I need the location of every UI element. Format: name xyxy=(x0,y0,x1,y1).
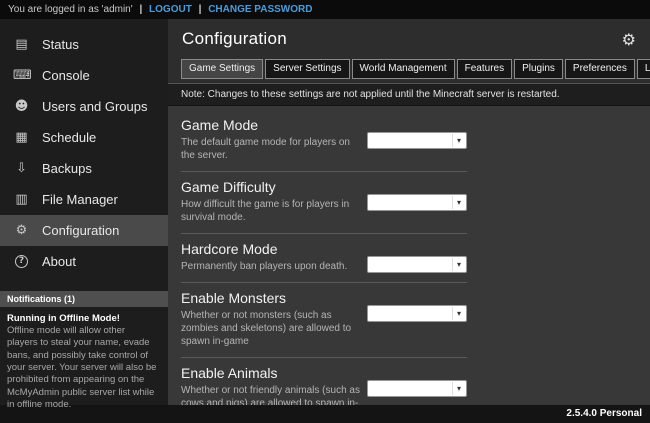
separator: | xyxy=(139,4,142,15)
tab-preferences[interactable]: Preferences xyxy=(565,59,635,79)
sidebar-item-about[interactable]: ? About xyxy=(0,246,168,277)
logout-link[interactable]: LOGOUT xyxy=(149,4,192,15)
tab-world-management[interactable]: World Management xyxy=(352,59,455,79)
setting-row-game-mode: Game Mode The default game mode for playe… xyxy=(181,110,467,172)
setting-text: Game Difficulty How difficult the game is… xyxy=(181,179,361,224)
sidebar-item-label: File Manager xyxy=(42,192,118,207)
logged-in-text: You are logged in as 'admin' xyxy=(8,4,133,15)
setting-title: Game Difficulty xyxy=(181,179,361,195)
sidebar-item-label: Backups xyxy=(42,161,92,176)
gear-icon: ⚙ xyxy=(13,223,30,238)
setting-title: Enable Monsters xyxy=(181,290,361,306)
sidebar-item-backups[interactable]: ⇩ Backups xyxy=(0,153,168,184)
select-value xyxy=(368,386,372,397)
sidebar-nav: ▤ Status ⌨ Console ☻ Users and Groups ▦ Schedul… xyxy=(0,19,168,277)
setting-description: The default game mode for players on the… xyxy=(181,136,361,162)
enable-animals-select[interactable]: ▾ xyxy=(367,380,467,397)
notification-title: Running in Offline Mode! xyxy=(0,307,168,325)
schedule-icon: ▦ xyxy=(13,130,30,145)
top-bar: You are logged in as 'admin' | LOGOUT | … xyxy=(0,0,650,19)
status-icon: ▤ xyxy=(13,37,30,52)
users-icon: ☻ xyxy=(13,99,30,114)
setting-row-enable-monsters: Enable Monsters Whether or not monsters (… xyxy=(181,283,467,358)
select-value xyxy=(368,311,372,322)
dropdown-arrow-icon: ▾ xyxy=(452,307,465,320)
tab-features[interactable]: Features xyxy=(457,59,512,79)
dropdown-arrow-icon: ▾ xyxy=(452,382,465,395)
setting-title: Game Mode xyxy=(181,117,361,133)
setting-text: Game Mode The default game mode for playe… xyxy=(181,117,361,162)
console-icon: ⌨ xyxy=(13,68,30,83)
setting-row-hardcore-mode: Hardcore Mode Permanently ban players upo… xyxy=(181,234,467,283)
backups-icon: ⇩ xyxy=(13,161,30,176)
setting-row-game-difficulty: Game Difficulty How difficult the game is… xyxy=(181,172,467,234)
enable-monsters-select[interactable]: ▾ xyxy=(367,305,467,322)
setting-title: Hardcore Mode xyxy=(181,241,361,257)
select-value xyxy=(368,200,372,211)
setting-text: Enable Monsters Whether or not monsters (… xyxy=(181,290,361,348)
content-panel: Configuration ⚙ Game SettingsServer Sett… xyxy=(168,19,650,405)
notifications-panel: Notifications (1) Running in Offline Mod… xyxy=(0,291,168,411)
change-password-link[interactable]: CHANGE PASSWORD xyxy=(208,4,312,15)
question-icon: ? xyxy=(15,255,28,268)
tab-plugins[interactable]: Plugins xyxy=(514,59,563,79)
page-title: Configuration xyxy=(182,29,287,49)
game-mode-select[interactable]: ▾ xyxy=(367,132,467,149)
restart-note: Note: Changes to these settings are not … xyxy=(168,83,650,106)
tab-game-settings[interactable]: Game Settings xyxy=(181,59,263,79)
dropdown-arrow-icon: ▾ xyxy=(452,258,465,271)
separator: | xyxy=(199,4,202,15)
select-value xyxy=(368,262,372,273)
setting-description: Permanently ban players upon death. xyxy=(181,260,361,273)
sidebar-item-configuration[interactable]: ⚙ Configuration xyxy=(0,215,168,246)
game-difficulty-select[interactable]: ▾ xyxy=(367,194,467,211)
notification-body: Offline mode will allow other players to… xyxy=(0,325,168,411)
sidebar: ▤ Status ⌨ Console ☻ Users and Groups ▦ Schedul… xyxy=(0,19,168,405)
dropdown-arrow-icon: ▾ xyxy=(452,196,465,209)
setting-description: Whether or not friendly animals (such as… xyxy=(181,384,361,405)
settings-gear-icon[interactable]: ⚙ xyxy=(622,30,636,49)
file-manager-icon: ▥ xyxy=(13,192,30,207)
sidebar-item-label: Console xyxy=(42,68,90,83)
select-value xyxy=(368,138,372,149)
setting-text: Hardcore Mode Permanently ban players upo… xyxy=(181,241,361,273)
sidebar-item-label: Users and Groups xyxy=(42,99,148,114)
sidebar-item-schedule[interactable]: ▦ Schedule xyxy=(0,122,168,153)
notifications-header: Notifications (1) xyxy=(0,291,168,307)
version-label: 2.5.4.0 Personal xyxy=(566,408,642,419)
sidebar-item-status[interactable]: ▤ Status xyxy=(0,29,168,60)
sidebar-item-label: Configuration xyxy=(42,223,119,238)
tab-server-settings[interactable]: Server Settings xyxy=(265,59,349,79)
hardcore-mode-select[interactable]: ▾ xyxy=(367,256,467,273)
tab-bar: Game SettingsServer SettingsWorld Manage… xyxy=(168,57,650,79)
sidebar-item-label: Status xyxy=(42,37,79,52)
sidebar-item-users-and-groups[interactable]: ☻ Users and Groups xyxy=(0,91,168,122)
sidebar-item-file-manager[interactable]: ▥ File Manager xyxy=(0,184,168,215)
sidebar-item-console[interactable]: ⌨ Console xyxy=(0,60,168,91)
setting-description: How difficult the game is for players in… xyxy=(181,198,361,224)
dropdown-arrow-icon: ▾ xyxy=(452,134,465,147)
setting-title: Enable Animals xyxy=(181,365,361,381)
sidebar-item-label: Schedule xyxy=(42,130,96,145)
setting-row-enable-animals: Enable Animals Whether or not friendly an… xyxy=(181,358,467,405)
setting-description: Whether or not monsters (such as zombies… xyxy=(181,309,361,348)
sidebar-item-label: About xyxy=(42,254,76,269)
tab-login-users[interactable]: Login Users xyxy=(637,59,650,79)
settings-list: Game Mode The default game mode for playe… xyxy=(168,106,650,405)
content-header: Configuration ⚙ xyxy=(168,19,650,57)
setting-text: Enable Animals Whether or not friendly an… xyxy=(181,365,361,405)
